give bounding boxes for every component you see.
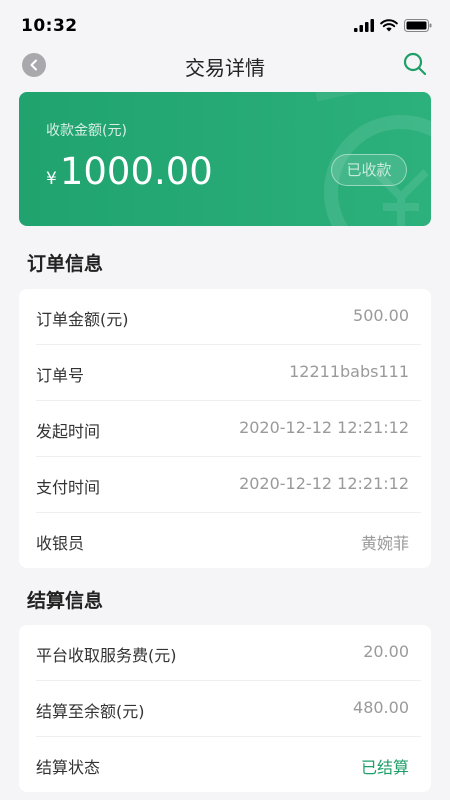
- payment-status-badge: 已收款: [331, 154, 407, 186]
- row-label: 订单号: [36, 366, 85, 385]
- row-label: 发起时间: [36, 422, 101, 441]
- search-icon[interactable]: [402, 51, 428, 77]
- info-row-cashier: 收银员 黄婉菲: [36, 513, 421, 568]
- nav-bar: 交易详情: [0, 44, 450, 88]
- info-row-service-fee: 平台收取服务费(元) 20.00: [36, 625, 421, 681]
- row-label: 支付时间: [36, 478, 101, 497]
- row-label: 平台收取服务费(元): [36, 646, 177, 665]
- settle-status-value: 已结算: [360, 758, 409, 777]
- status-icons: [354, 17, 432, 33]
- info-row-created-time: 发起时间 2020-12-12 12:21:12: [36, 401, 421, 457]
- wifi-icon: [380, 18, 398, 31]
- amount-card: 收款金额(元) ¥ 1000.00 已收款: [19, 92, 431, 226]
- currency-symbol: ¥: [46, 169, 57, 189]
- page-title: 交易详情: [185, 56, 265, 80]
- info-row-settle-status: 结算状态 已结算: [36, 737, 421, 792]
- row-value: 2020-12-12 12:21:12: [239, 418, 409, 437]
- info-row-order-amount: 订单金额(元) 500.00: [36, 289, 421, 345]
- info-row-paid-time: 支付时间 2020-12-12 12:21:12: [36, 457, 421, 513]
- row-value: 2020-12-12 12:21:12: [239, 474, 409, 493]
- info-row-settle-balance: 结算至余额(元) 480.00: [36, 681, 421, 737]
- row-value: 12211babs111: [289, 362, 409, 381]
- settle-info-card: 平台收取服务费(元) 20.00 结算至余额(元) 480.00 结算状态 已结…: [19, 625, 431, 792]
- amount-display: ¥ 1000.00: [46, 150, 213, 193]
- info-row-order-number: 订单号 12211babs111: [36, 345, 421, 401]
- status-time: 10:32: [21, 16, 78, 36]
- row-label: 收银员: [36, 534, 85, 553]
- settle-section-title: 结算信息: [27, 590, 104, 612]
- battery-icon: [404, 18, 432, 32]
- signal-icon: [354, 18, 374, 32]
- row-value: 480.00: [353, 698, 409, 717]
- amount-value: 1000.00: [59, 150, 213, 193]
- row-value: 500.00: [353, 306, 409, 325]
- status-bar: 10:32: [0, 0, 450, 44]
- row-label: 结算状态: [36, 758, 101, 777]
- row-label: 订单金额(元): [36, 310, 129, 329]
- order-info-card: 订单金额(元) 500.00 订单号 12211babs111 发起时间 202…: [19, 289, 431, 568]
- amount-label: 收款金额(元): [46, 123, 127, 139]
- row-label: 结算至余额(元): [36, 702, 145, 721]
- order-section-title: 订单信息: [27, 253, 104, 275]
- row-value: 黄婉菲: [360, 534, 409, 553]
- row-value: 20.00: [363, 642, 409, 661]
